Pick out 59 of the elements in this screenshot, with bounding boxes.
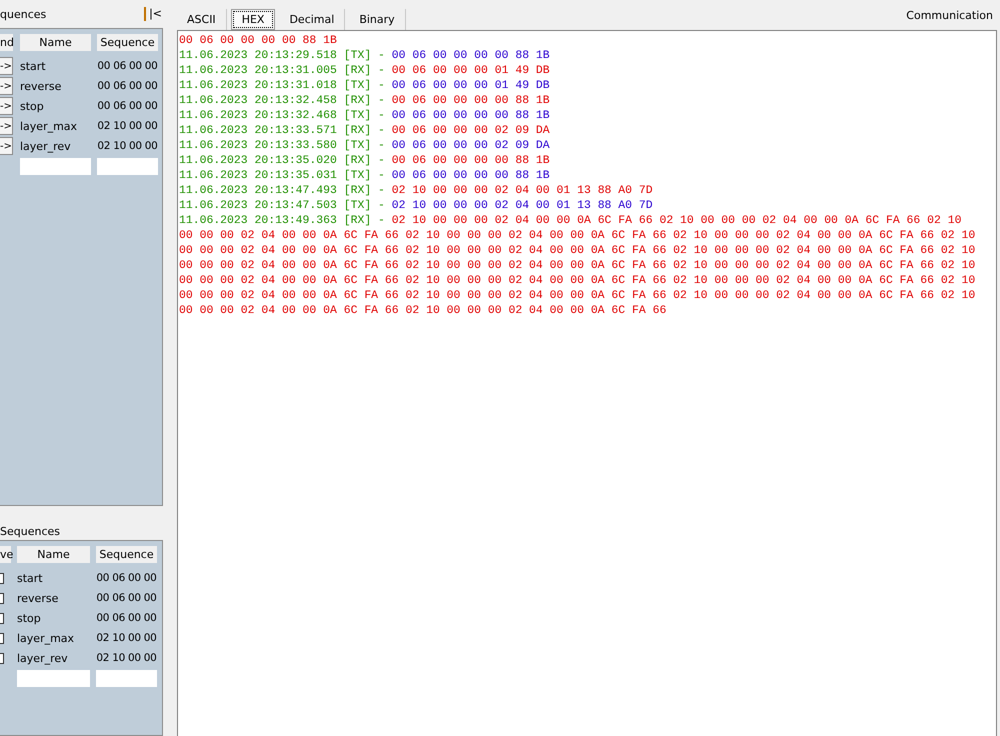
column-header: nd <box>0 34 13 50</box>
sequence-bytes: 00 06 00 00 <box>96 592 157 604</box>
panel-title: Communication <box>906 8 994 22</box>
log-line: 00 00 00 02 04 00 00 0A 6C FA 66 02 10 00 00 00 02 04 00 00 0A 6C FA 66 02 10 00 00 00 02 04 00 00 0A 6C FA 66 02 10 <box>179 273 976 288</box>
send-button[interactable]: -> <box>0 97 13 115</box>
sequence-name: layer_rev <box>17 652 69 664</box>
send-button[interactable]: -> <box>0 117 13 135</box>
log-line: 11.06.2023 20:13:32.468 [TX] - 00 06 00 00 00 00 88 1B <box>179 108 551 123</box>
log-line: 11.06.2023 20:13:33.571 [RX] - 00 06 00 00 00 02 09 DA <box>179 123 551 138</box>
column-header: Name <box>20 34 91 50</box>
log-line: 00 06 00 00 00 00 88 1B <box>179 33 338 48</box>
sequence-input-field[interactable] <box>96 670 157 686</box>
log-line: 00 00 00 02 04 00 00 0A 6C FA 66 02 10 00 00 00 02 04 00 00 0A 6C FA 66 02 10 00 00 00 02 04 00 00 0A 6C FA 66 02 10 <box>179 243 976 258</box>
sequence-name: start <box>20 60 47 72</box>
column-header: Sequence <box>97 34 158 50</box>
sequence-bytes: 00 06 00 00 <box>97 80 158 92</box>
send-button[interactable]: -> <box>0 77 13 95</box>
name-input-field[interactable] <box>20 158 91 174</box>
collapse-button[interactable]: |< <box>144 7 162 21</box>
sequence-name: start <box>17 572 44 584</box>
log-line: 11.06.2023 20:13:32.458 [RX] - 00 06 00 00 00 00 88 1B <box>179 93 551 108</box>
sequence-name: layer_max <box>17 632 76 644</box>
log-line: 00 00 00 02 04 00 00 0A 6C FA 66 02 10 00 00 00 02 04 00 00 0A 6C FA 66 02 10 00 00 00 02 04 00 00 0A 6C FA 66 02 10 <box>179 258 976 273</box>
log-line: 11.06.2023 20:13:35.031 [TX] - 00 06 00 00 00 00 88 1B <box>179 168 551 183</box>
log-line: 00 00 00 02 04 00 00 0A 6C FA 66 02 10 00 00 00 02 04 00 00 0A 6C FA 66 <box>179 303 668 318</box>
sequence-bytes: 00 06 00 00 <box>97 100 158 112</box>
sequence-bytes: 02 10 00 00 <box>96 652 157 664</box>
log-line: 11.06.2023 20:13:31.005 [RX] - 00 06 00 00 00 01 49 DB <box>179 63 551 78</box>
sequence-name: layer_rev <box>20 140 72 152</box>
log-line: 11.06.2023 20:13:35.020 [RX] - 00 06 00 00 00 00 88 1B <box>179 153 551 168</box>
log-line: 11.06.2023 20:13:47.503 [TX] - 02 10 00 00 00 02 04 00 01 13 88 A0 7D <box>179 198 654 213</box>
column-header: ve <box>0 546 11 562</box>
column-header: Sequence <box>96 546 157 562</box>
send-button[interactable]: -> <box>0 137 13 155</box>
sequence-name: reverse <box>20 80 62 92</box>
log-line: 11.06.2023 20:13:31.018 [TX] - 00 06 00 00 00 01 49 DB <box>179 78 551 93</box>
log-line: 11.06.2023 20:13:47.493 [RX] - 02 10 00 00 00 02 04 00 01 13 88 A0 7D <box>179 183 654 198</box>
log-line: 00 00 00 02 04 00 00 0A 6C FA 66 02 10 00 00 00 02 04 00 00 0A 6C FA 66 02 10 00 00 00 02 04 00 00 0A 6C FA 66 02 10 <box>179 288 976 303</box>
name-input-field[interactable] <box>17 670 90 686</box>
log-line: 11.06.2023 20:13:29.518 [TX] - 00 06 00 00 00 00 88 1B <box>179 48 551 63</box>
sequence-bytes: 02 10 00 00 <box>97 120 158 132</box>
sequence-bytes: 02 10 00 00 <box>96 632 157 644</box>
group-title: Sequences <box>0 525 60 538</box>
log-line: 11.06.2023 20:13:33.580 [TX] - 00 06 00 00 00 02 09 DA <box>179 138 551 153</box>
group-title: quences <box>0 8 46 20</box>
log-line: 11.06.2023 20:13:49.363 [RX] - 02 10 00 00 00 02 04 00 00 0A 6C FA 66 02 10 00 00 00 02 04 00 00 0A 6C FA 66 02 10 <box>179 213 962 228</box>
tab[interactable]: HEX <box>230 9 276 30</box>
sequence-name: stop <box>20 100 45 112</box>
column-header: Name <box>17 546 90 562</box>
send-button[interactable]: -> <box>0 57 13 75</box>
sequence-name: layer_max <box>20 120 78 132</box>
sequence-name: stop <box>17 612 42 624</box>
sequence-input-field[interactable] <box>97 158 158 174</box>
sequence-bytes: 00 06 00 00 <box>96 572 157 584</box>
sequence-bytes: 00 06 00 00 <box>96 612 157 624</box>
sequence-bytes: 00 06 00 00 <box>97 60 158 72</box>
log-line: 00 00 00 02 04 00 00 0A 6C FA 66 02 10 00 00 00 02 04 00 00 0A 6C FA 66 02 10 00 00 00 02 04 00 00 0A 6C FA 66 02 10 <box>179 228 976 243</box>
sequence-name: reverse <box>17 592 60 604</box>
sequence-bytes: 02 10 00 00 <box>97 140 158 152</box>
